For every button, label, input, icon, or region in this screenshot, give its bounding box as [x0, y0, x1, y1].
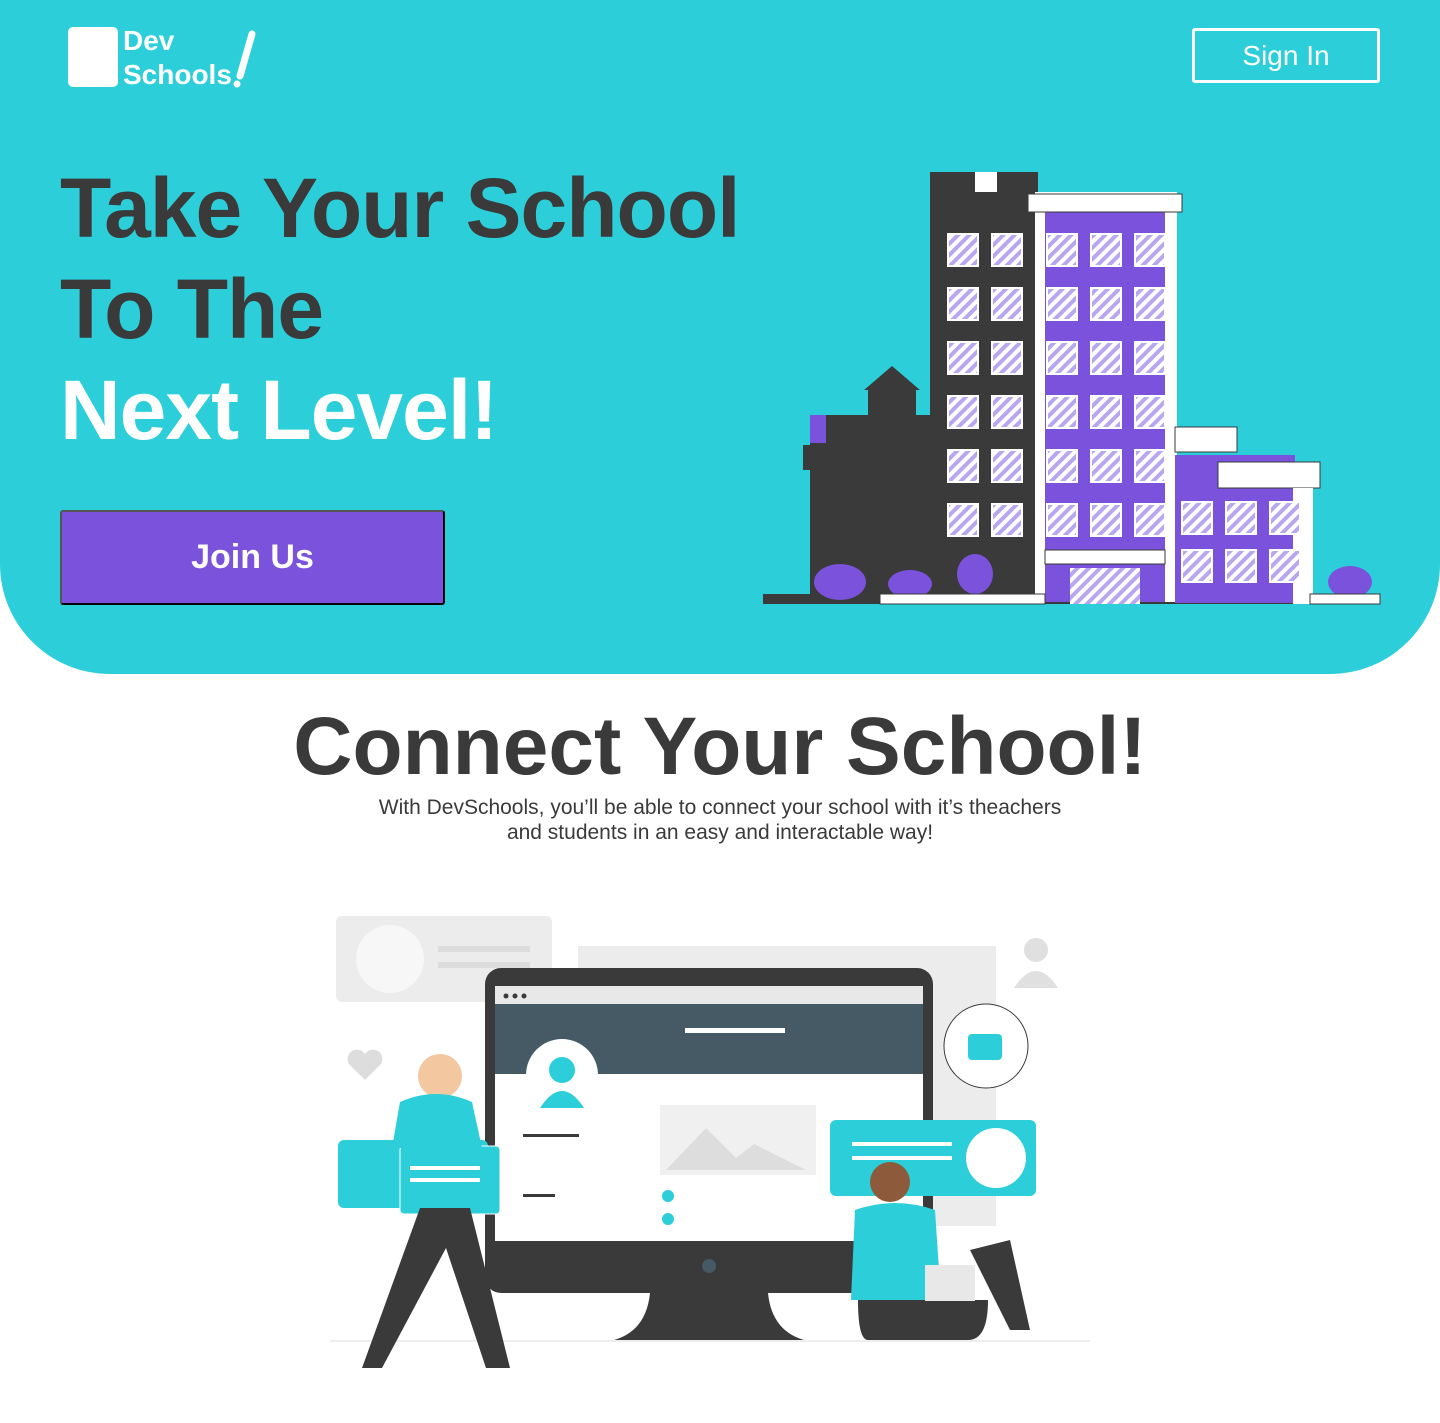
section-subtitle: With DevSchools, you’ll be able to conne… — [0, 795, 1440, 845]
headline-line-3: Next Level! — [60, 363, 498, 457]
sign-in-button[interactable]: Sign In — [1192, 28, 1380, 83]
school-building-illustration — [763, 172, 1381, 605]
hero-headline: Take Your School To The Next Level! — [60, 158, 741, 461]
logo[interactable]: Dev Schools — [68, 24, 256, 92]
subtitle-line-1: With DevSchools, you’ll be able to conne… — [378, 796, 1062, 819]
connected-school-illustration — [330, 916, 1090, 1368]
logo-square — [68, 27, 118, 87]
hero-section: Dev Schools Sign In Take Your School To … — [0, 0, 1440, 674]
headline-line-1: Take Your School — [60, 161, 741, 255]
headline-line-2: To The — [60, 262, 324, 356]
section-title: Connect Your School! — [293, 701, 1147, 792]
exclamation-pen-icon — [233, 30, 256, 88]
join-us-button[interactable]: Join Us — [60, 510, 445, 605]
logo-text-schools: Schools — [123, 59, 232, 90]
subtitle-line-2: and students in an easy and interactable… — [506, 821, 934, 844]
logo-text-dev: Dev — [123, 25, 175, 56]
